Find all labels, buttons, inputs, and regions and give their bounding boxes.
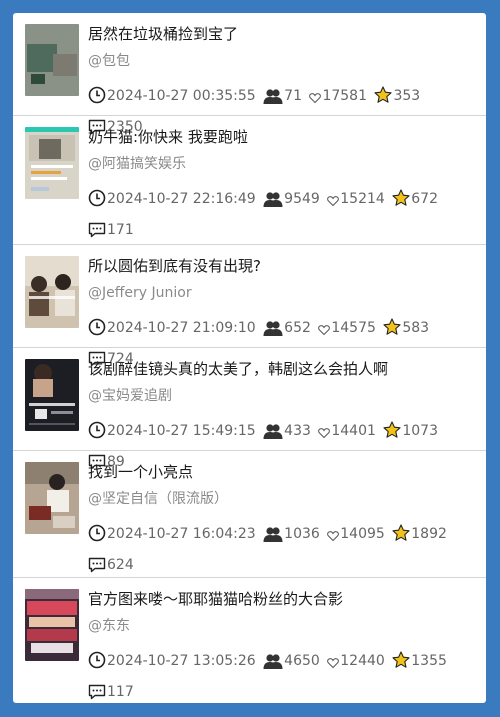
favorite-count: 1355 <box>411 653 447 669</box>
heart-icon[interactable] <box>327 657 340 669</box>
people-icon <box>263 526 283 542</box>
video-feed: 居然在垃圾桶捡到宝了 @包包 2024-10-27 00:35:55 71 17… <box>13 13 486 703</box>
author-name[interactable]: @坚定自信（限流版） <box>88 488 228 510</box>
author-name[interactable]: @包包 <box>88 50 130 72</box>
like-count: 14575 <box>331 320 376 336</box>
like-count: 14401 <box>331 423 376 439</box>
people-icon <box>263 320 283 336</box>
video-stats: 2024-10-27 16:04:23 1036 14095 1892 624 <box>88 519 478 581</box>
video-thumbnail[interactable] <box>25 462 79 534</box>
view-count: 433 <box>284 423 311 439</box>
view-count: 9549 <box>284 191 320 207</box>
clock-icon <box>88 318 106 336</box>
publish-date: 2024-10-27 13:05:26 <box>107 653 256 669</box>
clock-icon <box>88 524 106 542</box>
heart-icon[interactable] <box>309 92 322 104</box>
author-name[interactable]: @阿猫搞笑娱乐 <box>88 153 186 175</box>
list-item[interactable]: 居然在垃圾桶捡到宝了 @包包 2024-10-27 00:35:55 71 17… <box>13 13 486 135</box>
list-item[interactable]: 官方图来喽～耶耶猫猫哈粉丝的大合影 @东东 2024-10-27 13:05:2… <box>13 578 486 703</box>
author-name[interactable]: @东东 <box>88 615 130 637</box>
video-title[interactable]: 所以圆佑到底有没有出現? <box>88 255 261 277</box>
star-icon[interactable] <box>374 86 392 104</box>
list-item[interactable]: 该剧醉佳镜头真的太美了，韩剧这么会拍人啊 @宝妈爱追剧 2024-10-27 1… <box>13 348 486 470</box>
video-thumbnail[interactable] <box>25 24 79 96</box>
star-icon[interactable] <box>392 524 410 542</box>
publish-date: 2024-10-27 21:09:10 <box>107 320 256 336</box>
people-icon <box>263 423 283 439</box>
like-count: 12440 <box>340 653 385 669</box>
comment-icon[interactable] <box>88 222 106 238</box>
list-item[interactable]: 所以圆佑到底有没有出現? @Jeffery Junior 2024-10-27 … <box>13 245 486 367</box>
favorite-count: 1892 <box>411 526 447 542</box>
view-count: 1036 <box>284 526 320 542</box>
comment-icon[interactable] <box>88 684 106 700</box>
people-icon <box>263 88 283 104</box>
publish-date: 2024-10-27 00:35:55 <box>107 88 256 104</box>
comment-count: 624 <box>107 557 134 573</box>
star-icon[interactable] <box>392 189 410 207</box>
heart-icon[interactable] <box>327 195 340 207</box>
video-title[interactable]: 该剧醉佳镜头真的太美了，韩剧这么会拍人啊 <box>88 358 388 380</box>
author-name[interactable]: @宝妈爱追剧 <box>88 385 172 407</box>
like-count: 15214 <box>340 191 385 207</box>
video-thumbnail[interactable] <box>25 127 79 199</box>
favorite-count: 353 <box>393 88 421 104</box>
author-name[interactable]: @Jeffery Junior <box>88 282 192 304</box>
star-icon[interactable] <box>392 651 410 669</box>
video-title[interactable]: 官方图来喽～耶耶猫猫哈粉丝的大合影 <box>88 588 343 610</box>
clock-icon <box>88 189 106 207</box>
video-thumbnail[interactable] <box>25 256 79 328</box>
video-title[interactable]: 居然在垃圾桶捡到宝了 <box>88 23 238 45</box>
favorite-count: 1073 <box>402 423 438 439</box>
comment-count: 117 <box>107 684 134 700</box>
favorite-count: 672 <box>411 191 438 207</box>
video-title[interactable]: 找到一个小亮点 <box>88 461 193 483</box>
publish-date: 2024-10-27 16:04:23 <box>107 526 256 542</box>
view-count: 4650 <box>284 653 320 669</box>
heart-icon[interactable] <box>327 530 340 542</box>
video-thumbnail[interactable] <box>25 589 79 661</box>
like-count: 14095 <box>340 526 385 542</box>
people-icon <box>263 191 283 207</box>
clock-icon <box>88 651 106 669</box>
favorite-count: 583 <box>402 320 430 336</box>
view-count: 652 <box>284 320 311 336</box>
heart-icon[interactable] <box>318 427 331 439</box>
video-stats: 2024-10-27 13:05:26 4650 12440 1355 117 <box>88 646 478 703</box>
comment-count: 171 <box>107 222 134 238</box>
star-icon[interactable] <box>383 421 401 439</box>
view-count: 71 <box>284 88 302 104</box>
clock-icon <box>88 421 106 439</box>
people-icon <box>263 653 283 669</box>
list-item[interactable]: 找到一个小亮点 @坚定自信（限流版） 2024-10-27 16:04:23 1… <box>13 451 486 578</box>
star-icon[interactable] <box>383 318 401 336</box>
publish-date: 2024-10-27 15:49:15 <box>107 423 256 439</box>
publish-date: 2024-10-27 22:16:49 <box>107 191 256 207</box>
comment-icon[interactable] <box>88 557 106 573</box>
video-stats: 2024-10-27 22:16:49 9549 15214 672 171 <box>88 184 478 246</box>
video-title[interactable]: 奶牛猫:你快来 我要跑啦 <box>88 126 248 148</box>
like-count: 17581 <box>322 88 367 104</box>
heart-icon[interactable] <box>318 324 331 336</box>
clock-icon <box>88 86 106 104</box>
video-thumbnail[interactable] <box>25 359 79 431</box>
list-item[interactable]: 奶牛猫:你快来 我要跑啦 @阿猫搞笑娱乐 2024-10-27 22:16:49… <box>13 116 486 245</box>
